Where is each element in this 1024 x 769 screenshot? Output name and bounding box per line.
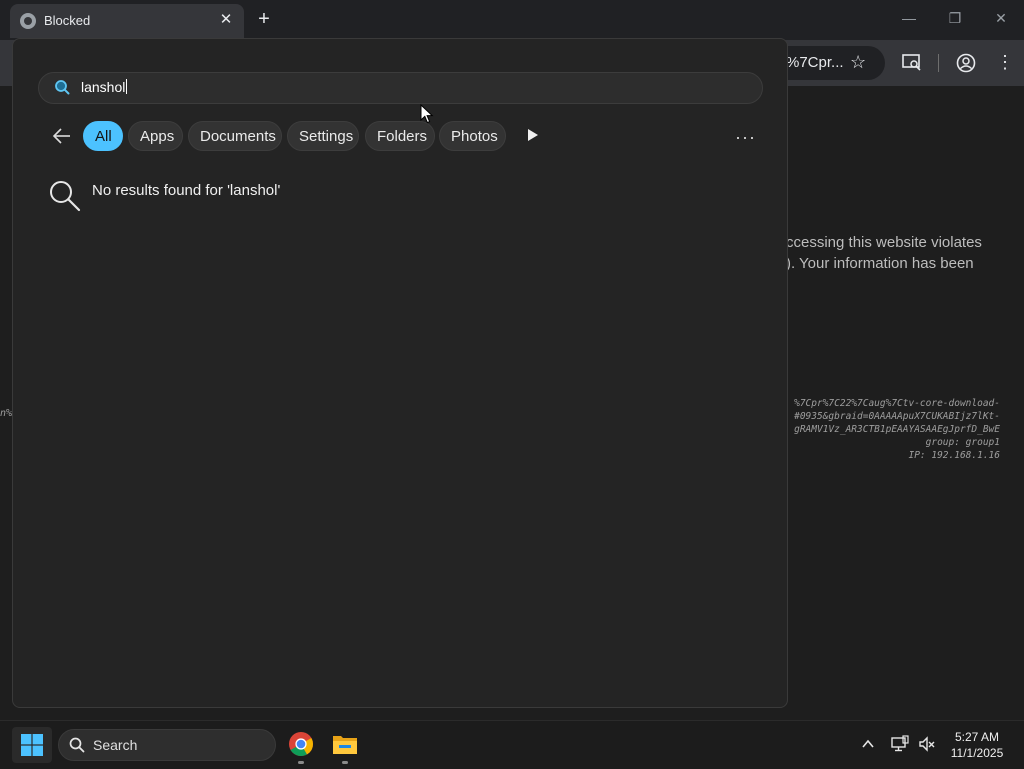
browser-tab[interactable]: Blocked ✕ <box>10 4 244 38</box>
page-text-fragment: n% <box>0 408 13 419</box>
taskbar-search-icon <box>69 737 85 753</box>
clock-time: 5:27 AM <box>954 730 1000 744</box>
more-options-icon[interactable]: ··· <box>735 127 756 148</box>
blocked-message-line: ). Your information has been <box>786 255 974 272</box>
filter-documents[interactable]: Documents <box>188 121 282 151</box>
chevron-up-icon[interactable] <box>860 736 876 752</box>
more-filters-arrow-icon[interactable] <box>527 128 539 142</box>
filter-settings[interactable]: Settings <box>287 121 359 151</box>
filter-photos[interactable]: Photos <box>439 121 506 151</box>
detail-line: group: group1 <box>925 437 1000 448</box>
filter-all[interactable]: All <box>83 121 123 151</box>
blocked-message: ccessing this website violates ). Your i… <box>786 232 1024 274</box>
chrome-icon[interactable] <box>288 731 314 757</box>
mouse-pointer-icon <box>420 104 434 124</box>
network-icon[interactable] <box>891 735 909 753</box>
taskbar-search-box[interactable]: Search <box>58 729 276 761</box>
no-results-search-icon <box>50 181 81 212</box>
back-arrow-icon[interactable] <box>51 125 73 147</box>
bookmark-star-icon[interactable]: ☆ <box>850 52 866 73</box>
detail-line: IP: 192.168.1.16 <box>908 450 1000 461</box>
search-query-text[interactable]: lanshol <box>81 79 128 95</box>
detail-line: gRAMV1Vz_AR3CTB1pEAAYASAAEgJprfD_BwE <box>794 424 1000 435</box>
blocked-message-line: ccessing this website violates <box>786 234 982 251</box>
profile-icon[interactable] <box>956 53 976 73</box>
explorer-running-indicator <box>342 761 348 764</box>
filter-apps[interactable]: Apps <box>128 121 183 151</box>
taskbar: Search 5:27 AM 11/1/2025 <box>0 720 1024 769</box>
taskbar-search-label: Search <box>93 737 138 753</box>
address-bar-text[interactable]: %7Cpr... <box>786 54 844 71</box>
chrome-running-indicator <box>298 761 304 764</box>
close-window-button[interactable]: ✕ <box>991 10 1011 27</box>
toolbar-divider <box>938 54 939 72</box>
start-button[interactable] <box>12 727 52 763</box>
volume-muted-icon[interactable] <box>918 735 936 753</box>
windows-search-panel: lanshol All Apps Documents Settings Fold… <box>12 38 788 708</box>
detail-line: #0935&gbraid=0AAAAApuX7CUKABIjz7lKt- <box>794 411 1000 422</box>
no-results-message: No results found for 'lanshol' <box>92 182 281 199</box>
windows-logo-icon <box>21 734 43 756</box>
search-input[interactable]: lanshol <box>38 72 763 104</box>
new-tab-button[interactable]: + <box>254 8 274 30</box>
search-query-value: lanshol <box>81 79 126 95</box>
browser-menu-icon[interactable]: ⋮ <box>996 52 1014 73</box>
minimize-button[interactable]: — <box>899 10 919 26</box>
browser-tabstrip: Blocked ✕ + — ❐ ✕ <box>0 0 1024 40</box>
text-caret <box>126 79 128 94</box>
restore-button[interactable]: ❐ <box>945 10 965 27</box>
search-icon <box>55 80 70 95</box>
globe-icon <box>20 13 36 29</box>
tab-title: Blocked <box>44 13 91 28</box>
detail-line: %7Cpr%7C22%7Caug%7Ctv-core-download- <box>794 398 1000 409</box>
tab-close-icon[interactable]: ✕ <box>216 10 236 28</box>
clock-date: 11/1/2025 <box>950 746 1004 760</box>
cast-search-icon[interactable] <box>902 54 922 72</box>
file-explorer-icon[interactable] <box>332 732 358 756</box>
blocked-details: %7Cpr%7C22%7Caug%7Ctv-core-download- #09… <box>786 397 1000 462</box>
filter-folders[interactable]: Folders <box>365 121 435 151</box>
system-clock[interactable]: 5:27 AM 11/1/2025 <box>942 729 1012 761</box>
